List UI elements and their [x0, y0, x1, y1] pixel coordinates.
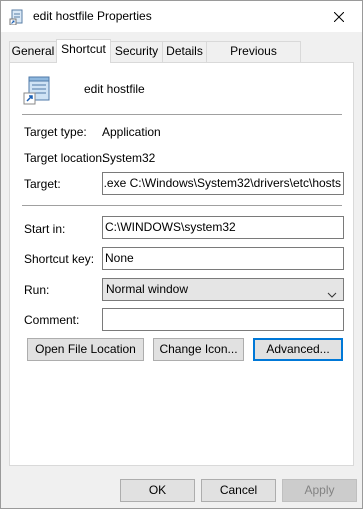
- notepad-shortcut-icon: [22, 73, 54, 105]
- target-location-value: System32: [102, 151, 156, 165]
- run-select[interactable]: Normal window: [102, 278, 344, 301]
- tab-details[interactable]: Details: [162, 41, 207, 62]
- properties-window: edit hostfile Properties General Shortcu…: [0, 0, 363, 509]
- shortcut-panel: edit hostfile Target type: Application T…: [9, 62, 354, 466]
- change-icon-button[interactable]: Change Icon...: [153, 338, 244, 361]
- chevron-down-icon: [327, 285, 337, 306]
- close-icon: [334, 11, 344, 22]
- divider: [22, 114, 342, 115]
- divider: [22, 205, 342, 206]
- comment-field[interactable]: [102, 308, 344, 331]
- title-bar[interactable]: edit hostfile Properties: [1, 1, 362, 32]
- target-label: Target:: [24, 177, 61, 191]
- shortcut-key-field[interactable]: None: [102, 247, 344, 270]
- shortcut-name: edit hostfile: [84, 82, 145, 96]
- target-field[interactable]: notepad.exe C:\Windows\System32\drivers\…: [102, 172, 344, 195]
- tab-shortcut[interactable]: Shortcut: [56, 39, 111, 63]
- ok-button[interactable]: OK: [120, 479, 195, 502]
- start-in-field[interactable]: C:\WINDOWS\system32: [102, 216, 344, 239]
- shortcut-file-icon: [9, 9, 25, 26]
- open-file-location-button[interactable]: Open File Location: [27, 338, 144, 361]
- tab-security[interactable]: Security: [110, 41, 163, 62]
- tab-strip: General Shortcut Security Details Previo…: [9, 39, 354, 77]
- tab-previous-versions[interactable]: Previous Versions: [206, 41, 301, 77]
- start-in-label: Start in:: [24, 222, 66, 236]
- target-type-label: Target type:: [24, 125, 87, 139]
- comment-label: Comment:: [24, 313, 80, 327]
- run-select-value: Normal window: [106, 282, 189, 296]
- apply-button[interactable]: Apply: [282, 479, 357, 502]
- close-button[interactable]: [316, 1, 362, 32]
- target-type-value: Application: [102, 125, 161, 139]
- advanced-button[interactable]: Advanced...: [253, 338, 343, 361]
- window-title: edit hostfile Properties: [33, 9, 152, 23]
- target-location-label: Target location:: [24, 151, 106, 165]
- shortcut-key-label: Shortcut key:: [24, 252, 95, 266]
- run-label: Run:: [24, 283, 50, 297]
- tab-general[interactable]: General: [9, 41, 57, 62]
- target-value: notepad.exe C:\Windows\System32\drivers\…: [103, 176, 341, 190]
- cancel-button[interactable]: Cancel: [201, 479, 276, 502]
